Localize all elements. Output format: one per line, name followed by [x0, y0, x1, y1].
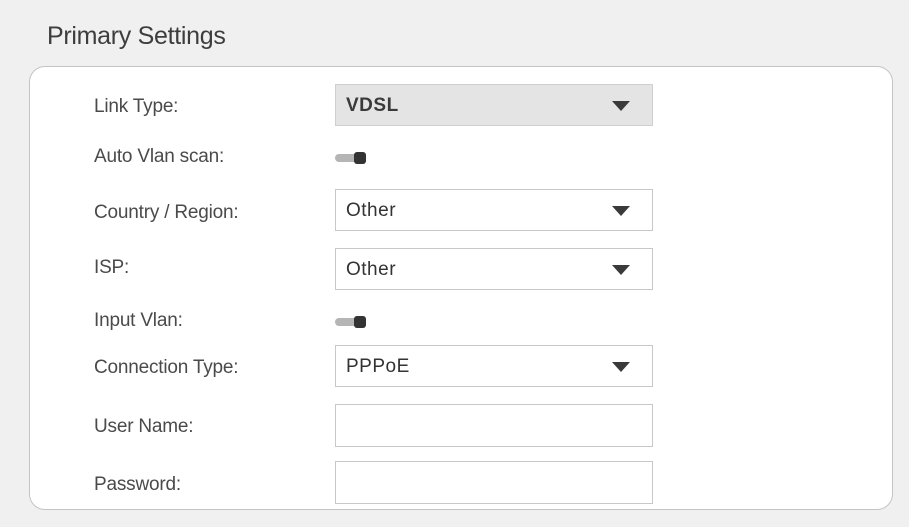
section-title: Primary Settings: [47, 22, 226, 50]
password-label: Password:: [94, 474, 181, 495]
input-vlan-label: Input Vlan:: [94, 310, 183, 331]
chevron-down-icon: [612, 265, 630, 275]
toggle-knob: [354, 152, 366, 164]
connection-type-label: Connection Type:: [94, 357, 239, 378]
isp-label: ISP:: [94, 257, 130, 278]
chevron-down-icon: [612, 362, 630, 372]
input-vlan-toggle[interactable]: [335, 316, 366, 328]
link-type-select[interactable]: VDSL: [335, 84, 653, 126]
country-region-label: Country / Region:: [94, 202, 239, 223]
chevron-down-icon: [612, 206, 630, 216]
connection-type-select[interactable]: PPPoE: [335, 345, 653, 387]
link-type-value: VDSL: [346, 95, 399, 116]
link-type-label: Link Type:: [94, 96, 179, 117]
auto-vlan-scan-toggle[interactable]: [335, 152, 366, 164]
isp-value: Other: [346, 259, 397, 280]
password-input[interactable]: [335, 461, 653, 504]
user-name-input[interactable]: [335, 404, 653, 447]
connection-type-value: PPPoE: [346, 356, 410, 377]
isp-select[interactable]: Other: [335, 248, 653, 290]
country-region-value: Other: [346, 200, 397, 221]
chevron-down-icon: [612, 101, 630, 111]
user-name-label: User Name:: [94, 416, 194, 437]
auto-vlan-scan-label: Auto Vlan scan:: [94, 146, 225, 167]
toggle-knob: [354, 316, 366, 328]
country-region-select[interactable]: Other: [335, 189, 653, 231]
